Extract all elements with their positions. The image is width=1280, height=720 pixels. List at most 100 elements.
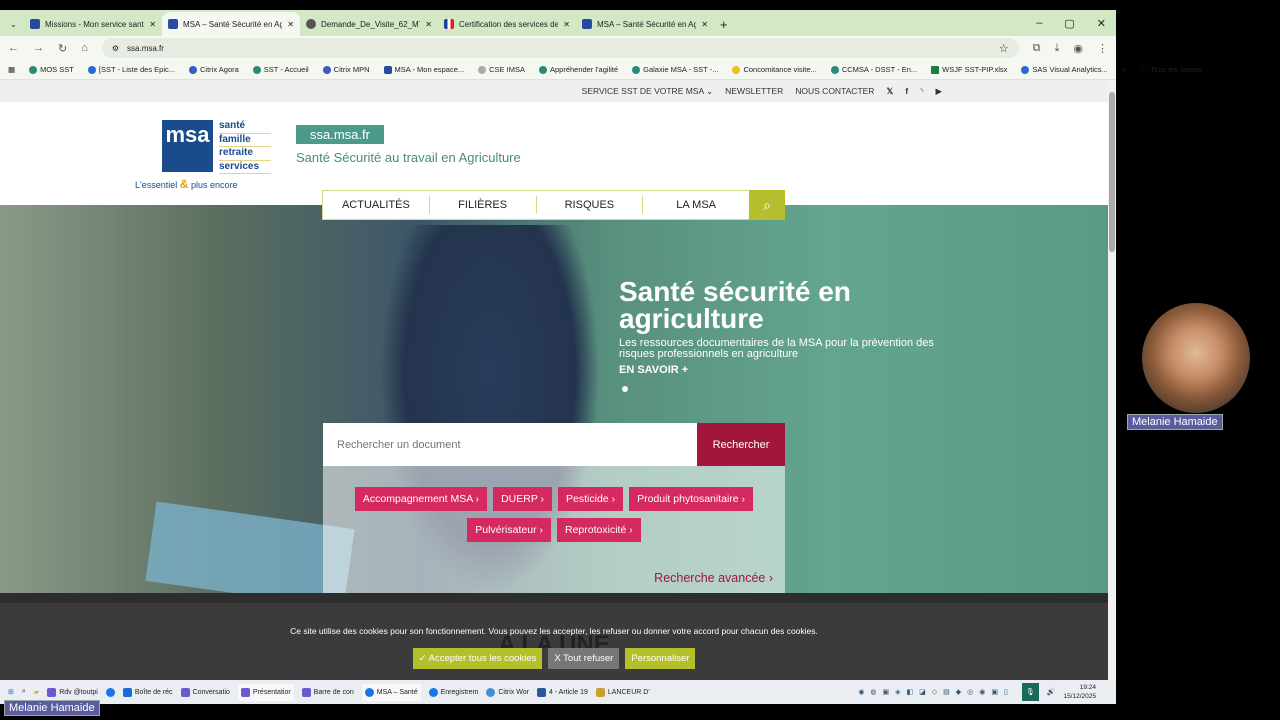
microphone-icon[interactable]: 🎙 (1021, 683, 1039, 701)
download-icon[interactable]: ⤓ (1055, 42, 1060, 55)
bookmark[interactable]: CSE IMSA (478, 65, 525, 74)
restore-icon[interactable]: ▢ (1064, 17, 1074, 30)
forward-icon[interactable]: → (33, 42, 44, 54)
tag-duerp[interactable]: DUERP › (493, 487, 553, 511)
bookmark[interactable]: [SST - Liste des Epic... (87, 65, 175, 74)
close-tab-icon[interactable]: ✕ (701, 20, 708, 29)
site-badge[interactable]: ssa.msa.fr (296, 125, 384, 144)
tag-reprotoxicite[interactable]: Reprotoxicité › (557, 518, 641, 542)
taskbar-item[interactable]: Rdv @toutpi (47, 687, 98, 697)
search-icon[interactable]: ⌕ (749, 190, 785, 220)
advanced-search-link[interactable]: Recherche avancée › (654, 571, 773, 585)
browser-tab[interactable]: Missions - Mon service santé sé✕ (24, 12, 162, 36)
all-bookmarks[interactable]: 🗀 Tous les favoris (1140, 63, 1202, 76)
taskbar-item[interactable]: Présentatior (237, 683, 294, 701)
browser-tab-active[interactable]: MSA – Santé Sécurité en Agricu✕ (162, 12, 300, 36)
close-tab-icon[interactable]: ✕ (563, 20, 570, 29)
menu-icon[interactable]: ⋮ (1097, 42, 1108, 55)
browser-tab[interactable]: MSA – Santé Sécurité en Agricu✕ (576, 12, 714, 36)
bookmark[interactable]: CCMSA - DSST - En... (830, 65, 917, 74)
tag-produit-phytosanitaire[interactable]: Produit phytosanitaire › (629, 487, 754, 511)
tag-accompagnement-msa[interactable]: Accompagnement MSA › (354, 487, 488, 511)
bookmark[interactable]: Citrix Agora (189, 65, 239, 74)
browser-tab[interactable]: Demande_De_Visite_62_M76D✕ (300, 12, 438, 36)
quick-tags: Accompagnement MSA › DUERP › Pesticide ›… (323, 466, 785, 593)
more-bookmarks-icon[interactable]: » (1122, 65, 1126, 74)
close-tab-icon[interactable]: ✕ (425, 20, 432, 29)
tab-list-button[interactable]: ⌄ (4, 12, 24, 36)
close-window-icon[interactable]: ✕ (1097, 17, 1106, 30)
cookie-banner: A LA UNE Ce site utilise des cookies pou… (0, 603, 1108, 680)
close-tab-icon[interactable]: ✕ (287, 20, 294, 29)
nav-actualites[interactable]: ACTUALITÉS (323, 196, 430, 214)
bookmark[interactable]: MSA - Mon espace... (383, 65, 464, 74)
site-subtitle: Santé Sécurité au travail en Agriculture (296, 150, 521, 165)
facebook-icon[interactable]: f (905, 86, 908, 96)
main-nav: ACTUALITÉS FILIÈRES RISQUES LA MSA ⌕ (322, 190, 785, 220)
nav-risques[interactable]: RISQUES (537, 196, 644, 214)
document-search-input[interactable] (323, 423, 697, 466)
tag-pesticide[interactable]: Pesticide › (558, 487, 624, 511)
star-icon[interactable]: ☆ (999, 42, 1009, 55)
bookmark[interactable]: Appréhender l'agilité (538, 65, 618, 74)
search-icon[interactable]: ⌕ (22, 688, 26, 696)
youtube-icon[interactable]: ▶ (935, 86, 942, 97)
utility-bar: SERVICE SST DE VOTRE MSA ⌄ NEWSLETTER NO… (0, 80, 1108, 102)
file-explorer-icon[interactable]: ▰ (34, 688, 39, 696)
refuse-cookies-button[interactable]: X Tout refuser (548, 648, 620, 669)
nav-la-msa[interactable]: LA MSA (643, 196, 749, 214)
system-tray-icons[interactable]: ◉◍▣◈◧◪◇▤◆◎◉▣▯ (858, 688, 1014, 696)
bookmark[interactable]: SST - Accueil (252, 65, 309, 74)
taskbar-item[interactable]: Conversatio (180, 687, 230, 697)
clock[interactable]: 19:24 15/12/2025 (1063, 683, 1116, 701)
taskbar: ⊞ ⌕ ▰ Rdv @toutpi Boîte de réc Conversat… (0, 680, 1116, 704)
rss-icon[interactable]: ◝ (920, 86, 923, 97)
taskbar-item[interactable]: LANCEUR D' (595, 687, 650, 697)
home-icon[interactable]: ⌂ (81, 42, 88, 54)
web-page: SERVICE SST DE VOTRE MSA ⌄ NEWSLETTER NO… (0, 80, 1108, 680)
taskbar-item[interactable]: Barre de con (301, 687, 354, 697)
participant-video-avatar (1142, 303, 1250, 413)
favicon-icon (168, 19, 178, 29)
service-sst-dropdown[interactable]: SERVICE SST DE VOTRE MSA ⌄ (582, 86, 714, 97)
taskbar-item-active[interactable]: MSA – Santé (361, 683, 421, 701)
url-input[interactable]: ⚙ ssa.msa.fr ☆ (101, 38, 1019, 58)
taskbar-item[interactable] (105, 687, 115, 697)
customize-cookies-button[interactable]: Personnaliser (625, 648, 696, 669)
volume-icon[interactable]: 🔊 (1047, 688, 1056, 696)
reload-icon[interactable]: ↻ (58, 42, 67, 55)
bookmark[interactable]: WSJF SST-PIP.xlsx (931, 65, 1007, 74)
bookmark[interactable]: Concomitance visite... (732, 65, 817, 74)
taskbar-item[interactable]: Boîte de réc (122, 687, 173, 697)
taskbar-item[interactable]: 4 - Article 19 (536, 687, 588, 697)
close-tab-icon[interactable]: ✕ (149, 20, 156, 29)
newsletter-link[interactable]: NEWSLETTER (725, 86, 783, 96)
new-tab-button[interactable]: + (714, 12, 738, 36)
site-info-icon[interactable]: ⚙ (112, 44, 119, 53)
search-button[interactable]: Rechercher (697, 423, 785, 466)
accept-cookies-button[interactable]: ✓ Accepter tous les cookies (412, 648, 543, 669)
taskbar-item[interactable]: Citrix Wor (486, 687, 529, 697)
contact-link[interactable]: NOUS CONTACTER (795, 86, 874, 96)
bookmark[interactable]: MOS SST (29, 65, 74, 74)
profile-icon[interactable]: ◉ (1073, 42, 1083, 55)
taskbar-item[interactable]: Enregistrem (428, 687, 478, 697)
windows-start-icon[interactable]: ⊞ (8, 688, 14, 696)
browser-tab[interactable]: Certification des services de sa✕ (438, 12, 576, 36)
back-icon[interactable]: ← (8, 42, 19, 54)
bookmark[interactable]: Galaxie MSA - SST -... (632, 65, 718, 74)
en-savoir-plus-link[interactable]: EN SAVOIR + (619, 364, 959, 376)
carousel-dot[interactable] (622, 386, 628, 392)
x-icon[interactable]: 𝕏 (886, 86, 893, 97)
nav-filieres[interactable]: FILIÈRES (430, 196, 537, 214)
address-bar-row: ← → ↻ ⌂ ⚙ ssa.msa.fr ☆ ⧉ ⤓ ◉ ⋮ (0, 36, 1116, 60)
participant-name-label: Melanie Hamaide (1127, 414, 1223, 430)
extension-icon[interactable]: ⧉ (1033, 42, 1041, 55)
minimize-icon[interactable]: – (1036, 17, 1042, 30)
tag-pulverisateur[interactable]: Pulvérisateur › (467, 518, 551, 542)
scrollbar[interactable] (1108, 80, 1116, 680)
bookmark[interactable]: Citrix MPN (322, 65, 370, 74)
bookmark[interactable]: SAS Visual Analytics... (1021, 65, 1108, 74)
hero-title: Santé sécurité en agriculture (619, 276, 851, 334)
apps-icon[interactable]: ▦ (8, 65, 15, 74)
